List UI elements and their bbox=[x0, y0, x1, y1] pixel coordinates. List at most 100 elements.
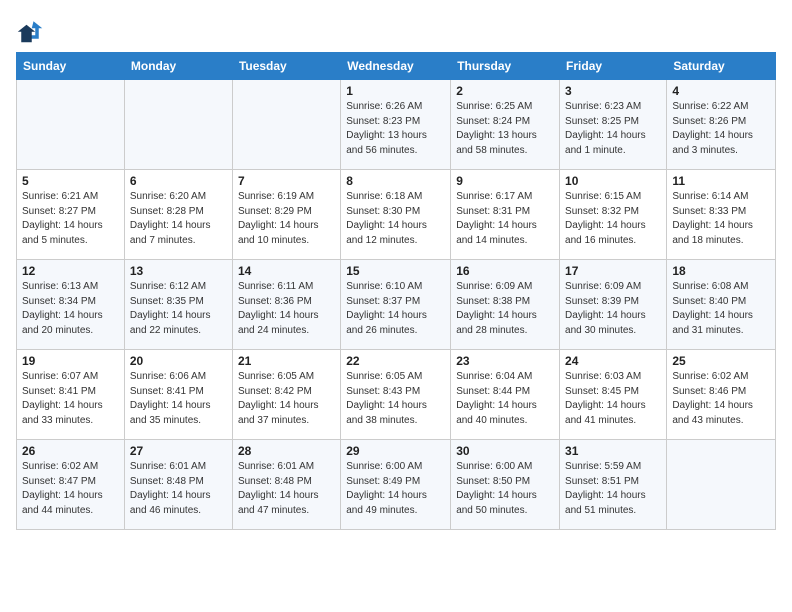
day-number: 25 bbox=[672, 354, 770, 368]
day-cell: 21 Sunrise: 6:05 AM Sunset: 8:42 PM Dayli… bbox=[232, 350, 340, 440]
week-row-1: 1 Sunrise: 6:26 AM Sunset: 8:23 PM Daylig… bbox=[17, 80, 776, 170]
day-info: Sunrise: 6:17 AM Sunset: 8:31 PM Dayligh… bbox=[456, 190, 554, 248]
day-info: Sunrise: 6:01 AM Sunset: 8:48 PM Dayligh… bbox=[130, 460, 227, 518]
day-info: Sunrise: 6:22 AM Sunset: 8:26 PM Dayligh… bbox=[672, 100, 770, 158]
week-row-3: 12Sunrise: 6:13 AM Sunset: 8:34 PM Dayli… bbox=[17, 260, 776, 350]
day-cell: 28 Sunrise: 6:01 AM Sunset: 8:48 PM Dayli… bbox=[232, 440, 340, 530]
day-cell: 3 Sunrise: 6:23 AM Sunset: 8:25 PM Daylig… bbox=[560, 80, 667, 170]
day-number: 5 bbox=[22, 174, 119, 188]
day-cell: 31 Sunrise: 5:59 AM Sunset: 8:51 PM Dayli… bbox=[560, 440, 667, 530]
day-cell: 16Sunrise: 6:09 AM Sunset: 8:38 PM Dayli… bbox=[451, 260, 560, 350]
day-info: Sunrise: 6:05 AM Sunset: 8:43 PM Dayligh… bbox=[346, 370, 445, 428]
day-cell: 24 Sunrise: 6:03 AM Sunset: 8:45 PM Dayli… bbox=[560, 350, 667, 440]
day-cell: 7 Sunrise: 6:19 AM Sunset: 8:29 PM Daylig… bbox=[232, 170, 340, 260]
day-cell: 11Sunrise: 6:14 AM Sunset: 8:33 PM Dayli… bbox=[667, 170, 776, 260]
day-info: Sunrise: 6:01 AM Sunset: 8:48 PM Dayligh… bbox=[238, 460, 335, 518]
week-row-4: 19Sunrise: 6:07 AM Sunset: 8:41 PM Dayli… bbox=[17, 350, 776, 440]
header-cell-thursday: Thursday bbox=[451, 53, 560, 80]
day-number: 19 bbox=[22, 354, 119, 368]
week-row-5: 26 Sunrise: 6:02 AM Sunset: 8:47 PM Dayli… bbox=[17, 440, 776, 530]
day-number: 31 bbox=[565, 444, 661, 458]
day-info: Sunrise: 6:11 AM Sunset: 8:36 PM Dayligh… bbox=[238, 280, 335, 338]
day-number: 21 bbox=[238, 354, 335, 368]
day-info: Sunrise: 6:20 AM Sunset: 8:28 PM Dayligh… bbox=[130, 190, 227, 248]
day-cell: 27 Sunrise: 6:01 AM Sunset: 8:48 PM Dayli… bbox=[124, 440, 232, 530]
header-row: SundayMondayTuesdayWednesdayThursdayFrid… bbox=[17, 53, 776, 80]
header-cell-sunday: Sunday bbox=[17, 53, 125, 80]
day-cell: 2 Sunrise: 6:25 AM Sunset: 8:24 PM Daylig… bbox=[451, 80, 560, 170]
day-cell: 18 Sunrise: 6:08 AM Sunset: 8:40 PM Dayli… bbox=[667, 260, 776, 350]
day-cell: 12Sunrise: 6:13 AM Sunset: 8:34 PM Dayli… bbox=[17, 260, 125, 350]
week-row-2: 5Sunrise: 6:21 AM Sunset: 8:27 PM Daylig… bbox=[17, 170, 776, 260]
day-info: Sunrise: 6:23 AM Sunset: 8:25 PM Dayligh… bbox=[565, 100, 661, 158]
day-number: 26 bbox=[22, 444, 119, 458]
day-number: 13 bbox=[130, 264, 227, 278]
day-info: Sunrise: 6:18 AM Sunset: 8:30 PM Dayligh… bbox=[346, 190, 445, 248]
day-number: 30 bbox=[456, 444, 554, 458]
day-info: Sunrise: 6:06 AM Sunset: 8:41 PM Dayligh… bbox=[130, 370, 227, 428]
day-info: Sunrise: 6:10 AM Sunset: 8:37 PM Dayligh… bbox=[346, 280, 445, 338]
day-cell: 14 Sunrise: 6:11 AM Sunset: 8:36 PM Dayli… bbox=[232, 260, 340, 350]
day-number: 27 bbox=[130, 444, 227, 458]
day-number: 9 bbox=[456, 174, 554, 188]
day-info: Sunrise: 6:19 AM Sunset: 8:29 PM Dayligh… bbox=[238, 190, 335, 248]
day-cell: 1 Sunrise: 6:26 AM Sunset: 8:23 PM Daylig… bbox=[341, 80, 451, 170]
day-number: 28 bbox=[238, 444, 335, 458]
day-number: 18 bbox=[672, 264, 770, 278]
day-cell: 4 Sunrise: 6:22 AM Sunset: 8:26 PM Daylig… bbox=[667, 80, 776, 170]
page-header bbox=[16, 16, 776, 44]
day-number: 6 bbox=[130, 174, 227, 188]
day-cell bbox=[232, 80, 340, 170]
day-cell: 5Sunrise: 6:21 AM Sunset: 8:27 PM Daylig… bbox=[17, 170, 125, 260]
header-cell-tuesday: Tuesday bbox=[232, 53, 340, 80]
day-cell: 30 Sunrise: 6:00 AM Sunset: 8:50 PM Dayli… bbox=[451, 440, 560, 530]
day-number: 2 bbox=[456, 84, 554, 98]
day-cell: 10 Sunrise: 6:15 AM Sunset: 8:32 PM Dayli… bbox=[560, 170, 667, 260]
day-number: 11 bbox=[672, 174, 770, 188]
day-cell: 26 Sunrise: 6:02 AM Sunset: 8:47 PM Dayli… bbox=[17, 440, 125, 530]
day-number: 3 bbox=[565, 84, 661, 98]
day-number: 12 bbox=[22, 264, 119, 278]
day-cell bbox=[17, 80, 125, 170]
day-number: 16 bbox=[456, 264, 554, 278]
day-cell: 13 Sunrise: 6:12 AM Sunset: 8:35 PM Dayli… bbox=[124, 260, 232, 350]
day-number: 23 bbox=[456, 354, 554, 368]
calendar-table: SundayMondayTuesdayWednesdayThursdayFrid… bbox=[16, 52, 776, 530]
day-cell: 22Sunrise: 6:05 AM Sunset: 8:43 PM Dayli… bbox=[341, 350, 451, 440]
day-cell: 8 Sunrise: 6:18 AM Sunset: 8:30 PM Daylig… bbox=[341, 170, 451, 260]
day-cell: 15 Sunrise: 6:10 AM Sunset: 8:37 PM Dayli… bbox=[341, 260, 451, 350]
day-number: 10 bbox=[565, 174, 661, 188]
day-info: Sunrise: 6:05 AM Sunset: 8:42 PM Dayligh… bbox=[238, 370, 335, 428]
day-info: Sunrise: 6:03 AM Sunset: 8:45 PM Dayligh… bbox=[565, 370, 661, 428]
day-number: 24 bbox=[565, 354, 661, 368]
day-info: Sunrise: 6:08 AM Sunset: 8:40 PM Dayligh… bbox=[672, 280, 770, 338]
day-number: 4 bbox=[672, 84, 770, 98]
header-cell-monday: Monday bbox=[124, 53, 232, 80]
day-info: Sunrise: 6:02 AM Sunset: 8:46 PM Dayligh… bbox=[672, 370, 770, 428]
day-number: 1 bbox=[346, 84, 445, 98]
day-info: Sunrise: 6:09 AM Sunset: 8:39 PM Dayligh… bbox=[565, 280, 661, 338]
day-cell: 23 Sunrise: 6:04 AM Sunset: 8:44 PM Dayli… bbox=[451, 350, 560, 440]
day-cell: 6 Sunrise: 6:20 AM Sunset: 8:28 PM Daylig… bbox=[124, 170, 232, 260]
logo-icon bbox=[16, 16, 44, 44]
day-number: 29 bbox=[346, 444, 445, 458]
day-cell: 25 Sunrise: 6:02 AM Sunset: 8:46 PM Dayli… bbox=[667, 350, 776, 440]
day-number: 7 bbox=[238, 174, 335, 188]
day-number: 8 bbox=[346, 174, 445, 188]
day-cell: 9 Sunrise: 6:17 AM Sunset: 8:31 PM Daylig… bbox=[451, 170, 560, 260]
day-info: Sunrise: 6:04 AM Sunset: 8:44 PM Dayligh… bbox=[456, 370, 554, 428]
day-info: Sunrise: 6:26 AM Sunset: 8:23 PM Dayligh… bbox=[346, 100, 445, 158]
header-cell-friday: Friday bbox=[560, 53, 667, 80]
day-cell: 20 Sunrise: 6:06 AM Sunset: 8:41 PM Dayli… bbox=[124, 350, 232, 440]
day-info: Sunrise: 6:15 AM Sunset: 8:32 PM Dayligh… bbox=[565, 190, 661, 248]
day-number: 15 bbox=[346, 264, 445, 278]
day-info: Sunrise: 6:12 AM Sunset: 8:35 PM Dayligh… bbox=[130, 280, 227, 338]
day-number: 20 bbox=[130, 354, 227, 368]
day-number: 14 bbox=[238, 264, 335, 278]
logo bbox=[16, 16, 48, 44]
day-number: 17 bbox=[565, 264, 661, 278]
day-info: Sunrise: 5:59 AM Sunset: 8:51 PM Dayligh… bbox=[565, 460, 661, 518]
day-info: Sunrise: 6:00 AM Sunset: 8:50 PM Dayligh… bbox=[456, 460, 554, 518]
day-info: Sunrise: 6:02 AM Sunset: 8:47 PM Dayligh… bbox=[22, 460, 119, 518]
day-info: Sunrise: 6:25 AM Sunset: 8:24 PM Dayligh… bbox=[456, 100, 554, 158]
